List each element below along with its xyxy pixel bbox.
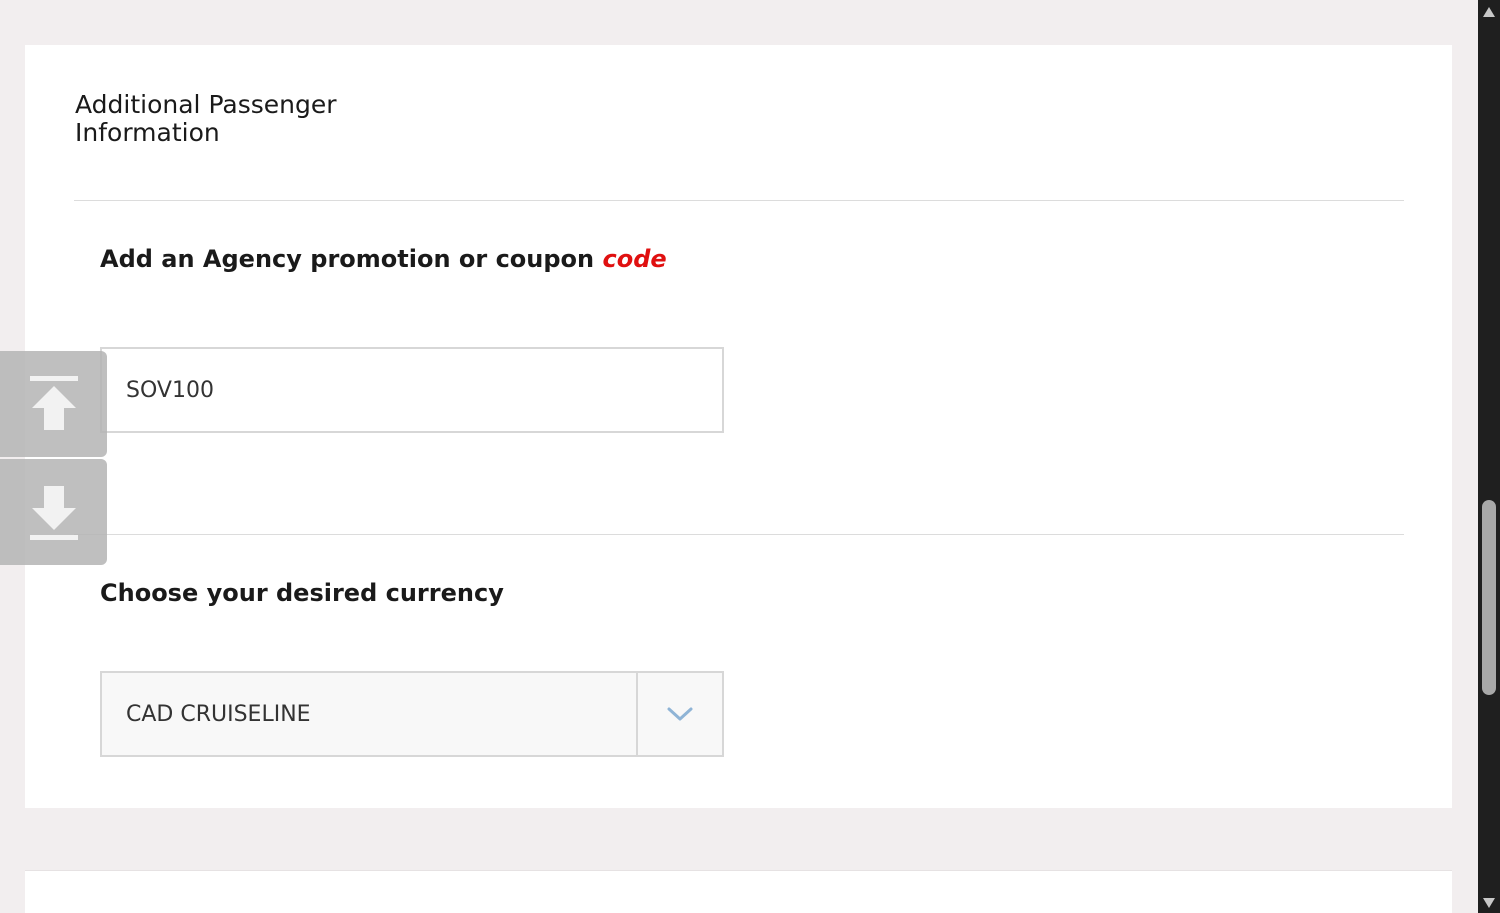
page: Additional Passenger Information Add an … <box>0 0 1500 913</box>
section-title: Additional Passenger Information <box>75 90 337 147</box>
currency-dropdown-toggle[interactable] <box>636 673 722 755</box>
promo-code-input[interactable] <box>100 347 724 433</box>
promo-code-label: Add an Agency promotion or coupon code <box>100 245 667 273</box>
scrollbar-down-arrow-icon[interactable] <box>1483 897 1495 909</box>
currency-selected-value: CAD CRUISELINE <box>126 701 311 727</box>
chevron-down-icon <box>667 707 693 721</box>
promo-code-label-main: Add an Agency promotion or coupon <box>100 245 595 273</box>
currency-label: Choose your desired currency <box>100 579 504 607</box>
arrow-up-to-line-icon <box>29 376 78 430</box>
scroll-to-top-button[interactable] <box>0 351 107 457</box>
scrollbar-up-arrow-icon[interactable] <box>1483 6 1495 18</box>
next-section-card <box>25 870 1452 913</box>
currency-select[interactable]: CAD CRUISELINE <box>100 671 724 757</box>
passenger-info-card: Additional Passenger Information Add an … <box>25 45 1452 808</box>
page-scrollbar[interactable] <box>1478 0 1500 913</box>
promo-code-label-accent: code <box>602 245 667 273</box>
scrollbar-thumb[interactable] <box>1482 500 1496 695</box>
scroll-to-bottom-button[interactable] <box>0 459 107 565</box>
scroll-controls <box>0 351 107 567</box>
arrow-down-to-line-icon <box>29 486 78 540</box>
divider <box>74 200 1404 201</box>
divider <box>74 534 1404 535</box>
